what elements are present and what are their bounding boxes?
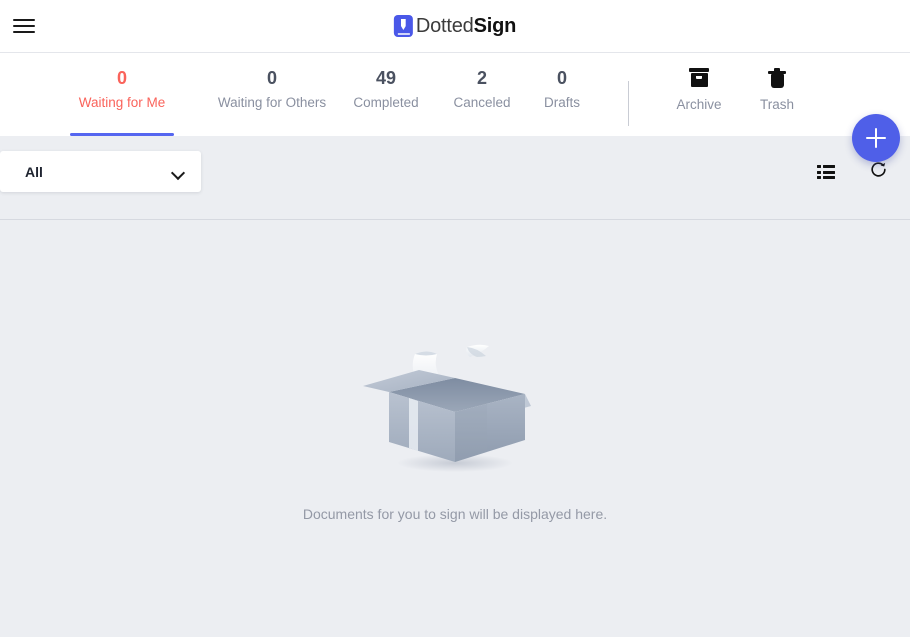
tab-waiting-for-me[interactable]: 0 Waiting for Me xyxy=(70,53,174,136)
empty-state-message: Documents for you to sign will be displa… xyxy=(302,505,608,522)
chevron-down-icon xyxy=(172,168,185,176)
hamburger-line xyxy=(13,31,35,33)
filter-toolbar: All xyxy=(0,136,910,220)
app-root: DottedSign 0 Waiting for Me 0 Waiting fo… xyxy=(0,0,910,637)
document-list-area: Documents for you to sign will be displa… xyxy=(0,220,910,637)
tab-label: Completed xyxy=(353,95,419,110)
filter-dropdown[interactable]: All xyxy=(0,151,201,192)
tab-archive[interactable]: Archive xyxy=(673,53,725,136)
status-tab-bar: 0 Waiting for Me 0 Waiting for Others 49… xyxy=(0,53,910,136)
tab-label: Trash xyxy=(759,97,794,112)
tab-label: Waiting for Me xyxy=(78,95,166,110)
plus-icon xyxy=(866,128,886,148)
empty-state: Documents for you to sign will be displa… xyxy=(303,332,607,524)
tab-count: 49 xyxy=(375,68,397,88)
top-bar: DottedSign xyxy=(0,0,910,53)
filter-dropdown-value: All xyxy=(25,163,43,180)
tab-count: 0 xyxy=(556,68,567,88)
empty-open-box-illustration xyxy=(363,344,531,472)
archive-box-icon xyxy=(689,67,709,89)
trash-can-icon xyxy=(768,67,786,89)
refresh-icon xyxy=(869,160,888,184)
tab-drafts[interactable]: 0 Drafts xyxy=(538,53,586,136)
refresh-button[interactable] xyxy=(866,160,890,184)
create-document-fab[interactable] xyxy=(852,114,900,162)
tab-group-divider xyxy=(628,81,629,126)
toolbar-actions xyxy=(814,160,890,184)
list-view-icon xyxy=(817,165,835,179)
tab-label: Canceled xyxy=(453,95,511,110)
tab-count: 0 xyxy=(116,68,127,88)
tab-waiting-for-others[interactable]: 0 Waiting for Others xyxy=(214,53,330,136)
brand-name-second: Sign xyxy=(473,15,517,37)
list-view-button[interactable] xyxy=(814,160,838,184)
brand-logo: DottedSign xyxy=(393,15,516,37)
hamburger-line xyxy=(13,25,35,27)
tab-label: Waiting for Others xyxy=(217,95,327,110)
dottedsign-logo-icon xyxy=(393,15,413,37)
logo-base-line xyxy=(397,32,410,35)
tab-canceled[interactable]: 2 Canceled xyxy=(450,53,514,136)
tab-count: 2 xyxy=(476,68,487,88)
brand-name-first: Dotted xyxy=(415,15,474,37)
brand-name: DottedSign xyxy=(416,16,516,36)
hamburger-menu-icon[interactable] xyxy=(12,15,36,37)
tab-completed[interactable]: 49 Completed xyxy=(346,53,426,136)
tab-label: Drafts xyxy=(543,95,580,110)
tab-label: Archive xyxy=(676,97,722,112)
pen-nib-shape xyxy=(400,19,406,30)
hamburger-line xyxy=(13,19,35,21)
tab-count: 0 xyxy=(266,68,277,88)
tab-trash[interactable]: Trash xyxy=(755,53,799,136)
